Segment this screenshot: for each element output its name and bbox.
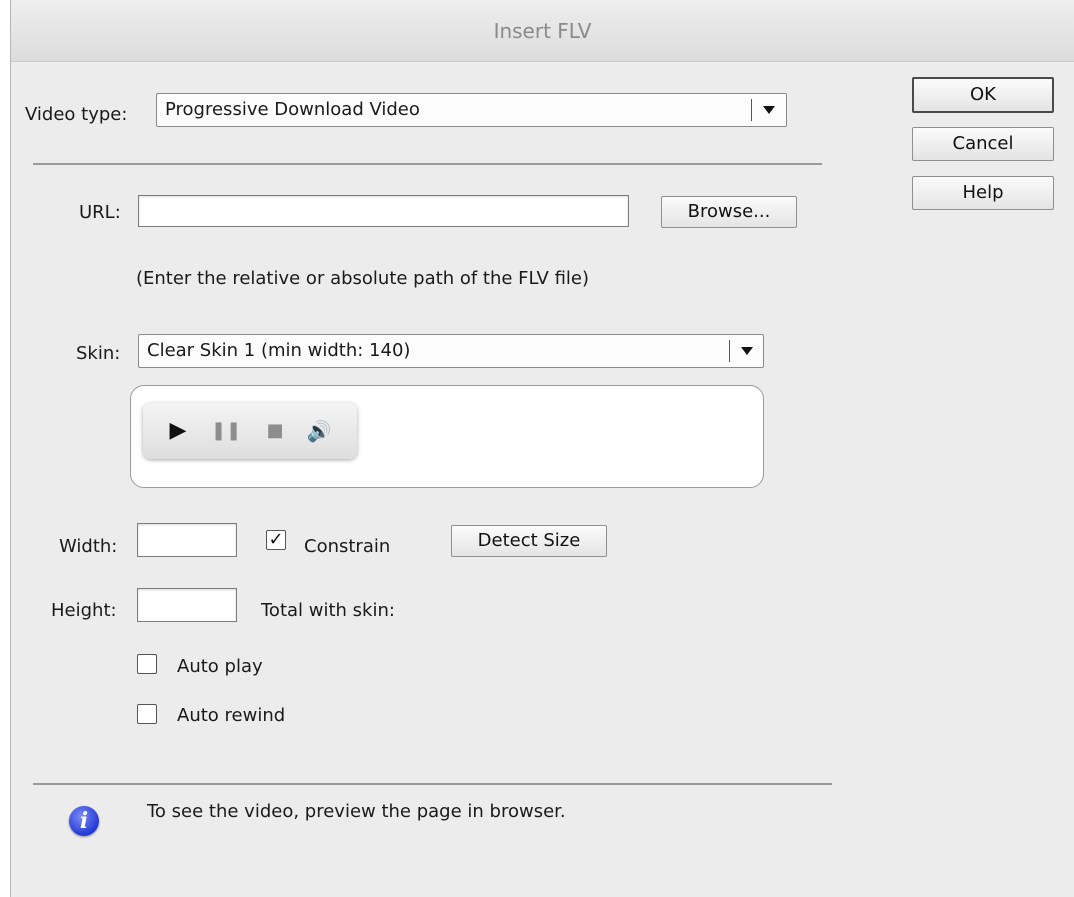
window-title: Insert FLV — [11, 0, 1074, 62]
auto-play-checkbox[interactable] — [137, 654, 157, 674]
player-control-bar: ▶ ❚❚ ■ 🔊 — [143, 403, 357, 459]
cancel-button[interactable]: Cancel — [912, 127, 1054, 161]
constrain-label: Constrain — [304, 536, 391, 557]
skin-select[interactable]: Clear Skin 1 (min width: 140) — [138, 334, 764, 368]
auto-rewind-label: Auto rewind — [177, 705, 286, 726]
video-type-selected: Progressive Download Video — [165, 99, 420, 120]
skin-selected: Clear Skin 1 (min width: 140) — [147, 340, 411, 361]
play-icon: ▶ — [169, 418, 187, 443]
select-divider — [729, 340, 730, 362]
height-input[interactable] — [137, 588, 237, 622]
chevron-down-icon — [741, 347, 753, 355]
url-hint: (Enter the relative or absolute path of … — [136, 268, 590, 289]
info-text: To see the video, preview the page in br… — [147, 801, 566, 822]
chevron-down-icon — [763, 106, 775, 114]
constrain-checkbox[interactable]: ✓ — [266, 530, 286, 550]
select-divider — [751, 99, 752, 121]
detect-size-button[interactable]: Detect Size — [451, 525, 607, 557]
height-label: Height: — [51, 600, 117, 621]
skin-label: Skin: — [76, 343, 121, 364]
skin-preview: ▶ ❚❚ ■ 🔊 — [130, 385, 764, 488]
width-input[interactable] — [137, 523, 237, 557]
video-type-select[interactable]: Progressive Download Video — [156, 93, 787, 127]
auto-rewind-checkbox[interactable] — [137, 704, 157, 724]
ok-button[interactable]: OK — [912, 77, 1054, 113]
stop-icon: ■ — [266, 420, 284, 441]
volume-icon: 🔊 — [306, 419, 332, 443]
help-button[interactable]: Help — [912, 176, 1054, 210]
total-with-skin-label: Total with skin: — [261, 600, 395, 621]
top-separator — [33, 163, 822, 165]
browse-button[interactable]: Browse... — [661, 196, 797, 228]
url-input[interactable] — [138, 195, 629, 227]
url-label: URL: — [79, 202, 121, 223]
bottom-separator — [33, 783, 832, 785]
width-label: Width: — [59, 536, 118, 557]
insert-flv-dialog: Insert FLV OK Cancel Help Video type: Pr… — [10, 0, 1074, 897]
info-icon: i — [69, 806, 99, 836]
video-type-label: Video type: — [25, 104, 128, 125]
pause-icon: ❚❚ — [211, 420, 242, 441]
auto-play-label: Auto play — [177, 656, 263, 677]
